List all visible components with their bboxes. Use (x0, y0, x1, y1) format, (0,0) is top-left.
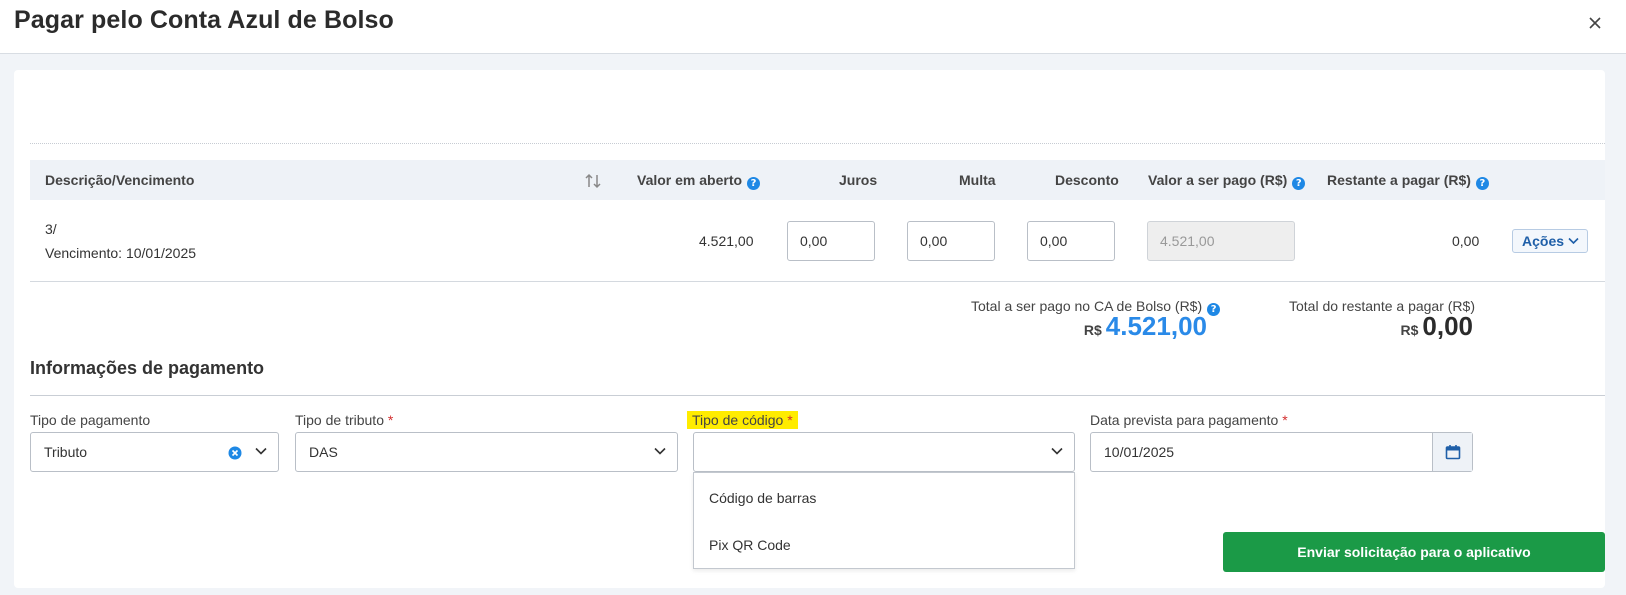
header-valor-pago: Valor a ser pago (R$)? (1148, 172, 1306, 190)
help-icon[interactable]: ? (1292, 177, 1306, 190)
total-pago-value: R$ 4.521,00 (1084, 311, 1207, 342)
tipo-codigo-select[interactable] (693, 432, 1075, 472)
clear-icon[interactable] (228, 446, 242, 460)
tipo-tributo-label-text: Tipo de tributo (295, 412, 384, 428)
acoes-label: Ações (1522, 233, 1565, 249)
row-restante: 0,00 (1452, 233, 1480, 249)
data-prevista-value: 10/01/2025 (1104, 444, 1175, 460)
tipo-codigo-label-highlight: Tipo de código * (687, 411, 798, 429)
data-prevista-label: Data prevista para pagamento * (1090, 412, 1288, 428)
calendar-button[interactable] (1432, 433, 1472, 471)
header-restante: Restante a pagar (R$)? (1327, 172, 1489, 190)
tipo-pagamento-label: Tipo de pagamento (30, 412, 151, 428)
header-valor-aberto-label: Valor em aberto (637, 172, 743, 188)
valor-pago-input: 4.521,00 (1147, 221, 1295, 261)
tipo-codigo-label: Tipo de código * (687, 411, 798, 429)
sort-icon[interactable] (584, 172, 602, 190)
close-icon (1589, 17, 1601, 29)
juros-input[interactable]: 0,00 (787, 221, 875, 261)
section-divider (30, 395, 1605, 396)
vencimento-label: Vencimento: (45, 245, 123, 261)
header-juros: Juros (839, 172, 878, 188)
chevron-down-icon (1568, 237, 1579, 245)
header-desconto: Desconto (1055, 172, 1119, 188)
required-mark: * (1282, 412, 1288, 428)
multa-input[interactable]: 0,00 (907, 221, 995, 261)
calendar-icon (1445, 445, 1461, 460)
row-descricao: 3/ (45, 221, 57, 237)
tipo-tributo-label: Tipo de tributo * (295, 412, 393, 428)
dotted-divider (30, 143, 1605, 144)
chevron-down-icon (1051, 447, 1063, 455)
header-restante-label: Restante a pagar (R$) (1327, 172, 1471, 188)
close-button[interactable] (1584, 12, 1606, 34)
total-restante-amount: 0,00 (1422, 311, 1473, 341)
tipo-codigo-label-text: Tipo de código (692, 412, 784, 428)
chevron-down-icon (255, 447, 267, 455)
required-mark: * (787, 412, 793, 428)
vencimento-date: 10/01/2025 (125, 245, 197, 261)
desconto-input[interactable]: 0,00 (1027, 221, 1115, 261)
tipo-codigo-dropdown: Código de barras Pix QR Code (693, 472, 1075, 569)
header-valor-pago-label: Valor a ser pago (R$) (1148, 172, 1288, 188)
help-icon[interactable]: ? (747, 177, 761, 190)
chevron-down-icon (654, 447, 666, 455)
header-descricao: Descrição/Vencimento (45, 172, 195, 188)
help-icon[interactable]: ? (1475, 177, 1489, 190)
header-multa: Multa (959, 172, 996, 188)
total-pago-amount: 4.521,00 (1105, 311, 1207, 341)
row-valor-aberto: 4.521,00 (699, 233, 754, 249)
modal-title: Pagar pelo Conta Azul de Bolso (14, 6, 394, 34)
dropdown-option-pix-qr-code[interactable]: Pix QR Code (694, 523, 1074, 567)
row-vencimento: Vencimento: 10/01/2025 (45, 245, 196, 261)
modal-header: Pagar pelo Conta Azul de Bolso (0, 0, 1626, 54)
total-restante-value: R$ 0,00 (1400, 311, 1473, 342)
total-pago-currency: R$ (1083, 322, 1102, 338)
data-prevista-input[interactable]: 10/01/2025 (1090, 432, 1473, 472)
total-restante-currency: R$ (1400, 322, 1419, 338)
tipo-tributo-select[interactable]: DAS (295, 432, 678, 472)
acoes-button[interactable]: Ações (1512, 229, 1588, 253)
help-icon[interactable]: ? (1207, 303, 1221, 316)
header-valor-aberto: Valor em aberto? (637, 172, 761, 190)
row-divider (30, 281, 1605, 282)
required-mark: * (387, 412, 394, 428)
data-prevista-label-text: Data prevista para pagamento (1090, 412, 1279, 428)
tipo-pagamento-value: Tributo (44, 444, 88, 460)
section-title-pagamento: Informações de pagamento (30, 358, 265, 378)
submit-button[interactable]: Enviar solicitação para o aplicativo (1223, 532, 1605, 572)
tipo-tributo-value: DAS (309, 444, 338, 460)
tipo-pagamento-select[interactable]: Tributo (30, 432, 279, 472)
dropdown-option-codigo-barras[interactable]: Código de barras (694, 476, 1074, 520)
